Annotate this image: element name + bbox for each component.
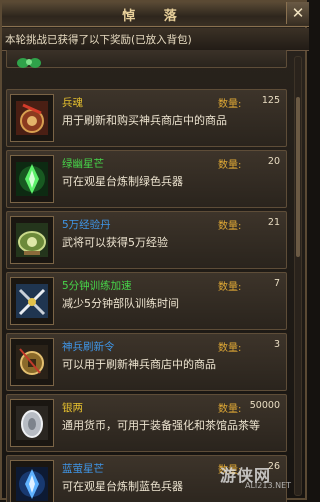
watermark-sub: ALI213.NET [245,481,292,490]
item-quantity: 7 [273,278,280,289]
title-bar: 悼 落 ✕ [2,2,309,27]
exp-pill-icon [10,216,54,264]
green-gem-icon [15,53,43,68]
item-description: 可以用于刷新神兵商店中的商品 [62,358,216,371]
green-crystal-icon [10,155,54,203]
item-name: 5万经验丹 [62,219,111,231]
item-quantity: 3 [273,339,280,350]
item-quantity: 50000 [249,400,280,411]
list-item[interactable]: 5万经验丹 数量: 21 武将可以获得5万经验 [6,211,287,269]
quantity-label: 数量: [218,99,242,110]
reward-list[interactable]: 兵魂 数量: 125 用于刷新和购买神兵商店中的商品 绿幽星芒 数量: 20 可… [6,50,287,502]
list-item-partial [6,50,287,68]
item-quantity: 125 [261,95,280,106]
reward-window: 悼 落 ✕ 本轮挑战已获得了以下奖励(已放入背包) 兵魂 数量: 125 用于刷… [0,0,309,502]
window-title: 悼 落 [122,9,189,24]
blue-crystal-icon [10,460,54,502]
list-item[interactable]: 绿幽星芒 数量: 20 可在观星台炼制绿色兵器 [6,150,287,208]
list-item[interactable]: 神兵刷新令 数量: 3 可以用于刷新神兵商店中的商品 [6,333,287,391]
quantity-label: 数量: [218,282,242,293]
item-name: 神兵刷新令 [62,341,115,353]
list-item[interactable]: 银两 数量: 50000 通用货币，可用于装备强化和茶馆品茶等 [6,394,287,452]
item-description: 用于刷新和购买神兵商店中的商品 [62,114,227,127]
item-quantity: 21 [267,217,280,228]
item-name: 蓝萤星芒 [62,463,104,475]
list-item[interactable]: 兵魂 数量: 125 用于刷新和购买神兵商店中的商品 [6,89,287,147]
swords-icon [10,277,54,325]
spirit-medal-icon [10,94,54,142]
scrollbar-thumb[interactable] [296,97,300,257]
item-description: 可在观星台炼制蓝色兵器 [62,480,183,493]
quantity-label: 数量: [218,221,242,232]
item-name: 银两 [62,402,83,414]
quantity-label: 数量: [218,343,242,354]
reward-notice: 本轮挑战已获得了以下奖励(已放入背包) [2,28,309,51]
item-description: 武将可以获得5万经验 [62,236,168,249]
item-description: 通用货币，可用于装备强化和茶馆品茶等 [62,419,260,432]
item-name: 绿幽星芒 [62,158,104,170]
item-name: 5分钟训练加速 [62,280,132,292]
list-item[interactable]: 5分钟训练加速 数量: 7 减少5分钟部队训练时间 [6,272,287,330]
item-name: 兵魂 [62,97,83,109]
item-quantity: 20 [267,156,280,167]
quantity-label: 数量: [218,404,242,415]
refresh-token-icon [10,338,54,386]
silver-coin-icon [10,399,54,447]
quantity-label: 数量: [218,160,242,171]
reward-notice-text: 本轮挑战已获得了以下奖励(已放入背包) [5,34,192,46]
list-scrollbar[interactable] [294,56,302,496]
close-button[interactable]: ✕ [286,2,309,24]
item-description: 可在观星台炼制绿色兵器 [62,175,183,188]
item-description: 减少5分钟部队训练时间 [62,297,179,310]
